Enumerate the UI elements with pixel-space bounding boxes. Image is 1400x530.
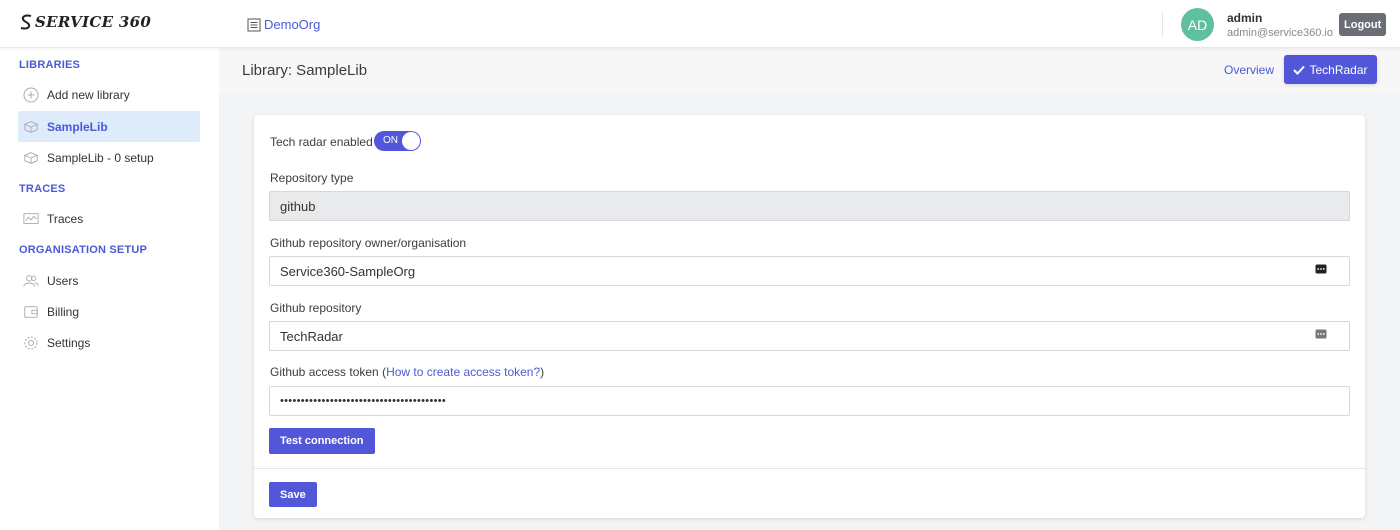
logo[interactable]: SERVICE 360 [19, 13, 151, 31]
sidebar-item-billing[interactable]: Billing [18, 296, 200, 327]
sidebar-item-samplelib[interactable]: SampleLib [18, 111, 200, 142]
logo-swoosh-icon [20, 14, 32, 30]
check-icon [1293, 65, 1306, 75]
repo-value: TechRadar [280, 328, 343, 344]
wallet-icon [23, 304, 39, 320]
sidebar: LIBRARIES Add new library SampleLib Samp… [0, 48, 219, 530]
tech-radar-label: Tech radar enabled [270, 135, 373, 149]
sidebar-item-label: Add new library [47, 87, 130, 102]
tech-radar-toggle[interactable]: ON [374, 131, 421, 151]
gear-icon [23, 335, 39, 351]
repo-type-value: github [280, 198, 316, 214]
sidebar-item-label: Traces [47, 211, 84, 226]
header-band [219, 48, 1400, 92]
page-title: Library: SampleLib [242, 62, 368, 79]
token-label-text: Github access token [270, 365, 379, 379]
box-icon [23, 150, 39, 166]
sidebar-item-add-library[interactable]: Add new library [18, 79, 200, 110]
avatar[interactable]: AD [1181, 8, 1214, 41]
users-icon [23, 273, 39, 289]
token-help-suffix: ) [540, 365, 545, 379]
section-title-libraries: LIBRARIES [19, 59, 81, 71]
user-name: admin [1227, 11, 1263, 25]
user-email: admin@service360.io [1227, 27, 1333, 39]
token-label: Github access token (How to create acces… [270, 365, 544, 379]
toggle-text: ON [383, 135, 398, 146]
chart-icon [23, 211, 39, 227]
logo-text: SERVICE 360 [35, 13, 152, 31]
logout-button[interactable]: Logout [1339, 13, 1387, 36]
box-icon [23, 119, 39, 135]
token-input[interactable]: •••••••••••••••••••••••••••••••••••••••• [269, 386, 1350, 416]
plus-circle-icon [23, 87, 39, 103]
autofill-icon[interactable] [1315, 329, 1327, 339]
owner-input[interactable]: Service360-SampleOrg [269, 256, 1350, 286]
repo-type-label: Repository type [270, 171, 354, 185]
divider [1162, 12, 1163, 38]
section-title-traces: TRACES [19, 183, 66, 195]
sidebar-item-label: Billing [47, 304, 80, 319]
top-bar: SERVICE 360 DemoOrg AD admin admin@servi… [0, 0, 1400, 48]
token-value: •••••••••••••••••••••••••••••••••••••••• [280, 395, 447, 407]
sidebar-item-users[interactable]: Users [18, 265, 200, 296]
sidebar-item-settings[interactable]: Settings [18, 327, 200, 358]
settings-card: Tech radar enabled ON Repository type gi… [254, 115, 1365, 518]
card-divider [254, 468, 1365, 469]
token-help-link[interactable]: How to create access token? [386, 365, 540, 379]
sidebar-item-label: SampleLib [47, 119, 108, 134]
section-title-organisation-setup: ORGANISATION SETUP [19, 244, 148, 256]
owner-label: Github repository owner/organisation [270, 236, 467, 250]
test-connection-button[interactable]: Test connection [269, 428, 375, 454]
sidebar-item-label: SampleLib - 0 setup [47, 150, 154, 165]
autofill-icon[interactable] [1315, 264, 1327, 274]
overview-link[interactable]: Overview [1224, 63, 1274, 77]
sidebar-item-traces[interactable]: Traces [18, 203, 200, 234]
sidebar-item-samplelib-setup[interactable]: SampleLib - 0 setup [18, 142, 200, 173]
sidebar-item-label: Settings [47, 335, 91, 350]
save-button[interactable]: Save [269, 482, 317, 507]
repo-type-field: github [269, 191, 1350, 221]
repo-input[interactable]: TechRadar [269, 321, 1350, 351]
toggle-knob [402, 132, 420, 150]
org-name: DemoOrg [264, 17, 321, 32]
techradar-button[interactable]: TechRadar [1284, 55, 1377, 84]
list-icon [247, 18, 261, 31]
repo-label: Github repository [270, 301, 362, 315]
sidebar-item-label: Users [47, 273, 79, 288]
techradar-button-label: TechRadar [1309, 62, 1368, 77]
owner-value: Service360-SampleOrg [280, 263, 416, 279]
org-switcher[interactable]: DemoOrg [247, 17, 320, 32]
